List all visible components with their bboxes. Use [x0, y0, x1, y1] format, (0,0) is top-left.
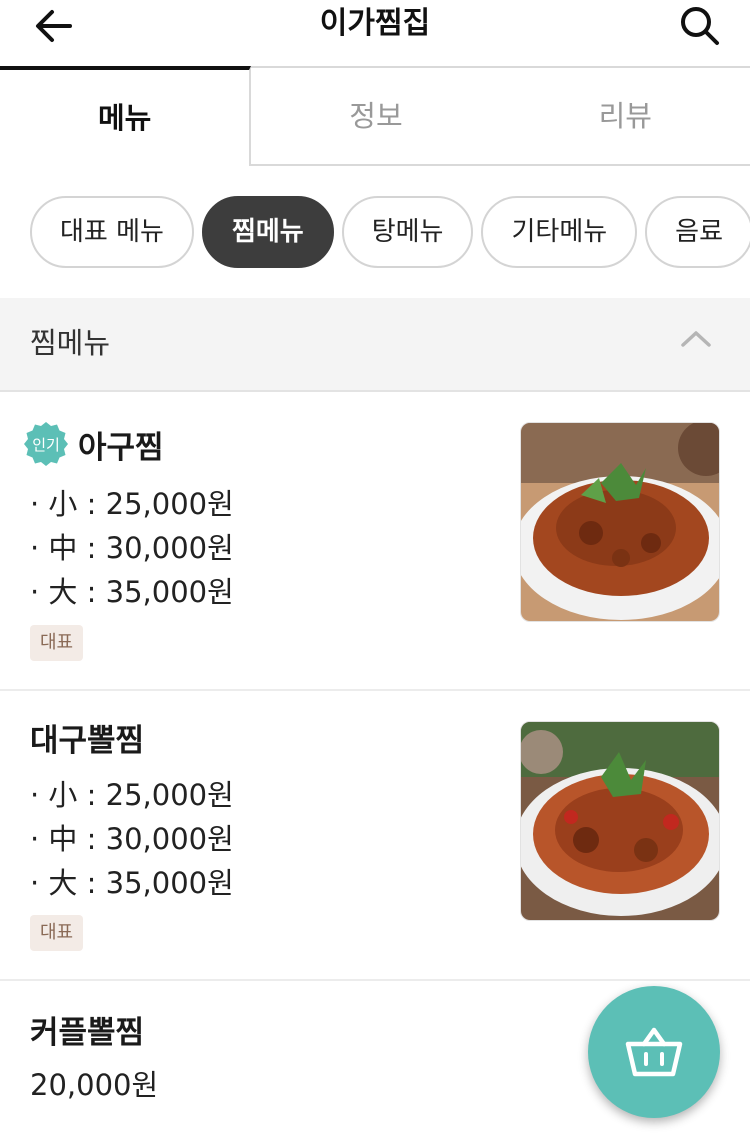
chip-signature-menu[interactable]: 대표 메뉴 — [30, 196, 194, 268]
item-name: 대구뽈찜 — [30, 723, 145, 759]
chip-soup-menu[interactable]: 탕메뉴 — [341, 196, 474, 268]
signature-tag: 대표 — [30, 625, 84, 661]
menu-item[interactable]: 인기 아구찜 · 小 : 25,000원 · 中 : 30,000원 · 大 :… — [0, 392, 750, 691]
item-name: 아구찜 — [78, 429, 164, 466]
chip-drinks[interactable]: 음료 — [645, 196, 750, 268]
item-name-row: 커플뽈찜 — [30, 1007, 144, 1052]
search-button[interactable] — [676, 2, 724, 50]
menu-item[interactable]: 대구뽈찜 · 小 : 25,000원 · 中 : 30,000원 · 大 : 3… — [0, 691, 750, 981]
signature-tag: 대표 — [30, 915, 84, 951]
price-medium: · 中 : 30,000원 — [30, 531, 234, 565]
item-name-row: 인기 아구찜 — [22, 420, 164, 468]
section-header[interactable]: 찜메뉴 — [0, 298, 750, 392]
category-chips: 대표 메뉴 찜메뉴 탕메뉴 기타메뉴 음료 — [30, 196, 750, 268]
search-icon — [681, 7, 719, 45]
shopping-basket-icon — [625, 1027, 683, 1077]
chip-braised-menu[interactable]: 찜메뉴 — [201, 196, 334, 268]
popular-badge-label: 인기 — [32, 436, 60, 454]
price-small: · 小 : 25,000원 — [30, 778, 234, 812]
section-title: 찜메뉴 — [30, 326, 111, 360]
app-header: 이가찜집 — [0, 0, 750, 68]
tab-info[interactable]: 정보 — [251, 66, 501, 166]
tab-menu[interactable]: 메뉴 — [0, 66, 252, 166]
price-small: · 小 : 25,000원 — [30, 487, 234, 521]
tab-bar: 메뉴 정보 리뷰 — [0, 66, 750, 166]
item-name: 커플뽈찜 — [30, 1015, 145, 1051]
item-price: 20,000원 — [30, 1068, 159, 1102]
item-name-row: 대구뽈찜 — [30, 715, 144, 760]
chevron-up-icon — [681, 331, 711, 347]
price-large: · 大 : 35,000원 — [30, 575, 234, 609]
popular-badge-icon: 인기 — [24, 422, 68, 466]
tab-reviews[interactable]: 리뷰 — [500, 66, 750, 166]
braised-cod-cheek-photo — [520, 721, 720, 921]
page-title: 이가찜집 — [319, 6, 431, 41]
braised-monkfish-photo — [520, 422, 720, 622]
cart-button[interactable] — [588, 986, 720, 1118]
chip-other-menu[interactable]: 기타메뉴 — [481, 196, 638, 268]
price-medium: · 中 : 30,000원 — [30, 822, 234, 856]
price-large: · 大 : 35,000원 — [30, 866, 234, 900]
